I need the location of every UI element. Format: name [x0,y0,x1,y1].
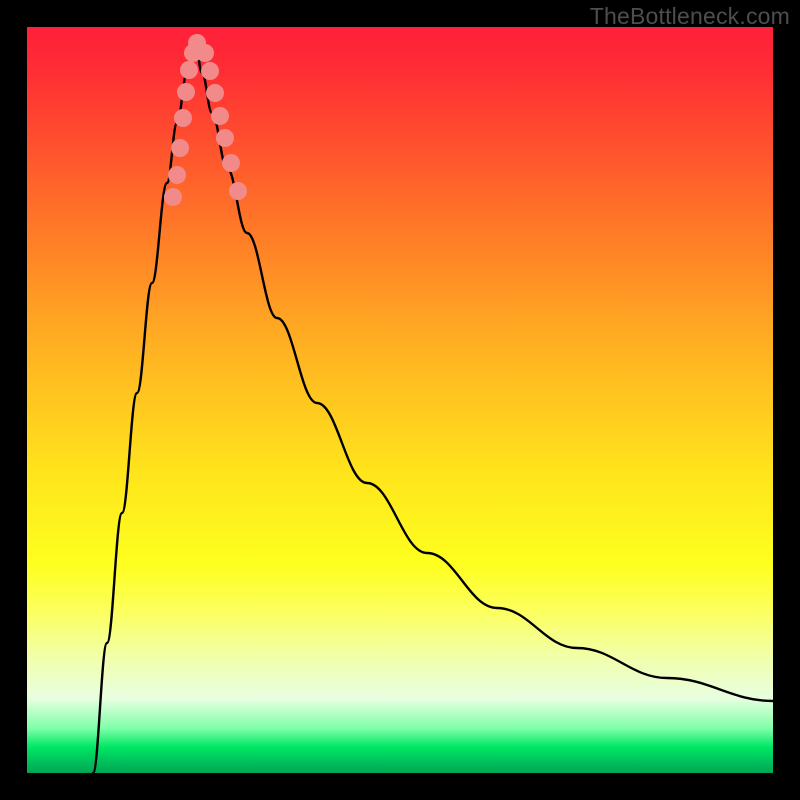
marker-dot [171,139,189,157]
marker-dot [180,61,198,79]
marker-dot [211,107,229,125]
chart-svg [27,27,773,773]
chart-frame: TheBottleneck.com [0,0,800,800]
marker-dot [164,188,182,206]
plot-area [27,27,773,773]
marker-dot [206,84,224,102]
marker-dot [174,109,192,127]
marker-dot [177,83,195,101]
watermark-text: TheBottleneck.com [590,3,790,30]
marker-dot [201,62,219,80]
marker-dot [216,129,234,147]
marker-dot [168,166,186,184]
curve-right-branch [195,40,773,701]
marker-dot [229,182,247,200]
curve-group [93,40,773,773]
marker-dot [222,154,240,172]
marker-group [164,34,247,206]
marker-dot [196,44,214,62]
